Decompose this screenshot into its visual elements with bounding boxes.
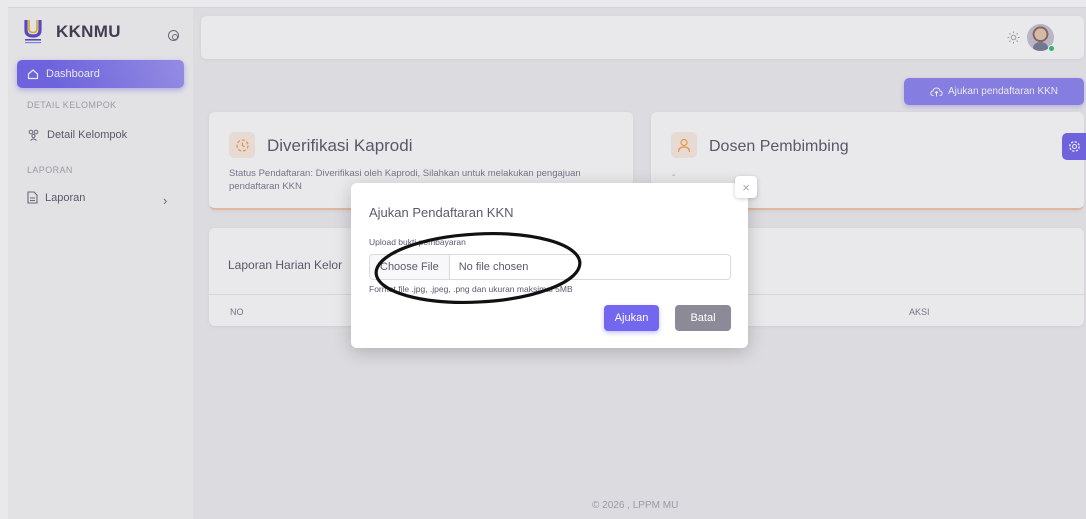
choose-file-button[interactable]: Choose File	[370, 255, 450, 279]
file-status-text: No file chosen	[458, 261, 529, 273]
submit-button[interactable]: Ajukan	[604, 305, 659, 331]
format-hint: Format file .jpg, .jpeg, .png dan ukuran…	[369, 284, 573, 294]
close-icon[interactable]: ×	[735, 176, 757, 198]
payment-proof-file-input[interactable]: Choose File No file chosen	[369, 254, 731, 280]
upload-label: Upload bukti pembayaran	[369, 237, 466, 247]
ajukan-pendaftaran-modal: × Ajukan Pendaftaran KKN Upload bukti pe…	[351, 176, 757, 348]
cancel-button[interactable]: Batal	[675, 305, 731, 331]
modal-title: Ajukan Pendaftaran KKN	[369, 205, 514, 220]
